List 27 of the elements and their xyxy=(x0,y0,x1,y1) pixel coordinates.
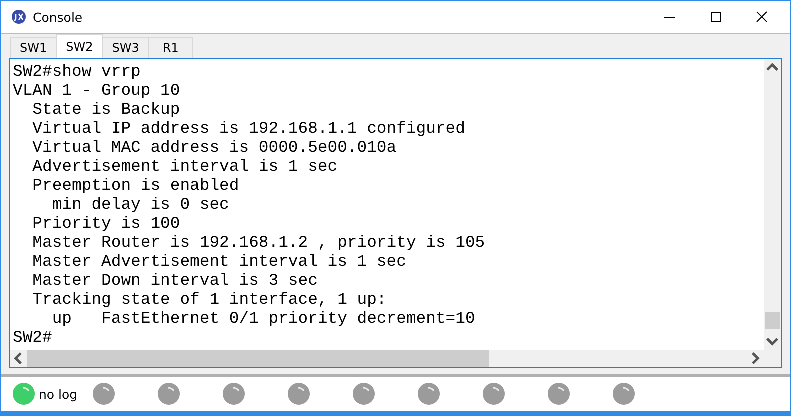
console-line: Virtual MAC address is 0000.5e00.010a xyxy=(32,138,398,157)
maximize-icon[interactable] xyxy=(710,11,722,23)
tab[interactable]: SW2 xyxy=(56,34,104,58)
console-line: up FastEthernet 0/1 priority decrement=10 xyxy=(51,309,476,328)
console-line: min delay is 0 sec xyxy=(51,195,230,214)
console-line: Master Down interval is 3 sec xyxy=(32,271,319,290)
app-logo-icon xyxy=(12,10,26,24)
console-line: Tracking state of 1 interface, 1 up: xyxy=(32,290,388,309)
console-line: Virtual IP address is 192.168.1.1 configured xyxy=(32,119,466,138)
console-line: SW2#show vrrp xyxy=(13,62,142,81)
scroll-thumb[interactable] xyxy=(27,350,489,367)
console-line: Master Advertisement interval is 1 sec xyxy=(32,252,408,271)
tab[interactable]: SW1 xyxy=(10,37,58,58)
console-line: Preemption is enabled xyxy=(32,176,240,195)
console-line: VLAN 1 - Group 10 xyxy=(13,81,182,100)
console-line: Master Router is 192.168.1.2 , priority is 105 xyxy=(32,233,486,252)
console-line: SW2# xyxy=(13,328,54,347)
console-line: State is Backup xyxy=(32,100,182,119)
console-line: Priority is 100 xyxy=(32,214,182,233)
close-icon[interactable] xyxy=(756,11,768,23)
console-line: Advertisement interval is 1 sec xyxy=(32,157,339,176)
vertical-scrollbar[interactable] xyxy=(764,59,781,350)
window-title: Console xyxy=(33,10,83,24)
status-label: no log xyxy=(39,386,78,402)
scroll-thumb[interactable] xyxy=(765,312,780,329)
tab[interactable]: R1 xyxy=(148,37,194,58)
horizontal-scrollbar[interactable] xyxy=(10,350,781,367)
